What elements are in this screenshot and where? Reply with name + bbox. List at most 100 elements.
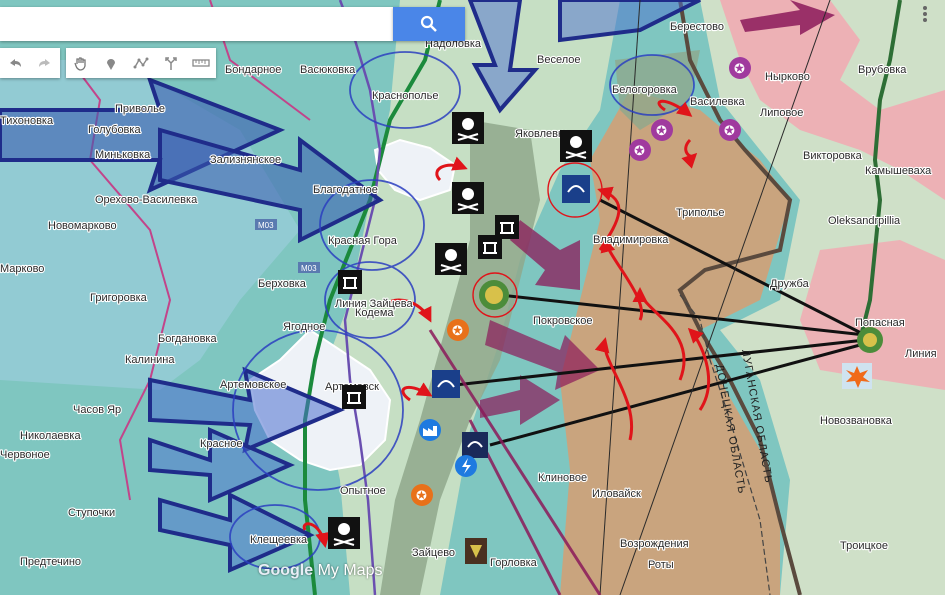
undo-button[interactable] <box>0 48 30 78</box>
label-liniya-right: Линия <box>905 348 937 360</box>
svg-text:✪: ✪ <box>634 143 645 158</box>
ruler-icon <box>192 59 210 67</box>
label-orehovo: Орехово-Василевка <box>95 194 198 206</box>
label-privolye: Приволье <box>115 103 165 115</box>
label-zaytsevo: Зайцево <box>412 547 455 559</box>
label-troitskoe: Троицкое <box>840 540 888 552</box>
label-trypolye: Триполье <box>676 207 724 219</box>
label-blagodatnoe: Благодатное <box>313 184 378 196</box>
star-marker[interactable]: ✪ <box>651 119 673 141</box>
label-berhovka: Берховка <box>258 278 307 290</box>
label-vladimirovka: Владимировка <box>593 234 669 246</box>
hand-icon <box>74 57 86 71</box>
road-shield-m03: M03 <box>255 219 277 230</box>
svg-text:✪: ✪ <box>452 323 463 338</box>
label-zaliznyanskoe: Зализнянское <box>210 154 281 166</box>
label-golubovka: Голубовка <box>88 124 141 136</box>
label-roty: Роты <box>648 559 674 571</box>
logo-brand: Google <box>258 562 314 579</box>
label-nikolaevka: Николаевка <box>20 430 81 442</box>
emblem-marker[interactable] <box>562 175 590 203</box>
line-tool-button[interactable] <box>126 48 156 78</box>
label-kamyshevaha: Камышеваха <box>865 165 932 177</box>
map-toolbar <box>0 48 222 78</box>
orange-star-marker[interactable]: ✪ <box>411 484 433 506</box>
undo-icon <box>10 59 21 67</box>
svg-text:✪: ✪ <box>656 123 667 138</box>
label-druzhba: Дружба <box>770 278 810 290</box>
label-nyrkovo: Нырково <box>765 71 810 83</box>
marker-tool-button[interactable] <box>96 48 126 78</box>
label-belogorovka: Белогоровка <box>612 84 678 96</box>
power-icon[interactable] <box>455 455 477 477</box>
label-chervonoe: Червоное <box>0 449 50 461</box>
svg-text:✪: ✪ <box>416 488 427 503</box>
search-input[interactable] <box>0 7 396 39</box>
svg-text:✪: ✪ <box>734 61 745 76</box>
star-marker[interactable]: ✪ <box>629 139 651 161</box>
label-viktorovka: Викторовка <box>803 150 863 162</box>
more-options-button[interactable] <box>915 4 935 24</box>
pirate-marker[interactable] <box>452 182 484 214</box>
label-vozrozhdenie: Возрождения <box>620 538 689 550</box>
star-marker[interactable]: ✪ <box>729 57 751 79</box>
factory-icon[interactable] <box>419 419 441 441</box>
pirate-marker[interactable] <box>328 517 360 549</box>
svg-text:✪: ✪ <box>724 123 735 138</box>
label-verestovo: Берестово <box>670 21 724 33</box>
more-vert-icon <box>923 6 927 22</box>
pirate-marker[interactable] <box>435 243 467 275</box>
hand-tool-button[interactable] <box>66 48 96 78</box>
pirate-marker[interactable] <box>452 112 484 144</box>
label-ilovayskoe: Иловайск <box>592 488 641 500</box>
fort-marker[interactable] <box>338 270 362 294</box>
emblem-marker[interactable] <box>432 370 460 398</box>
label-bogdanovka: Богдановка <box>158 333 217 345</box>
label-vasilevka: Василевка <box>690 96 746 108</box>
label-popasnaya: Попасная <box>855 317 905 329</box>
measure-tool-button[interactable] <box>186 48 216 78</box>
emblem-marker[interactable] <box>479 280 509 310</box>
draw-group <box>66 48 216 78</box>
label-lipovoe: Липовое <box>760 107 803 119</box>
label-gorlovka: Горловка <box>490 557 538 569</box>
label-opytnoe: Опытное <box>340 485 386 497</box>
label-oleksandropillia: Oleksandrpillia <box>828 215 901 227</box>
label-tihonovka: Тихоновка <box>0 115 54 127</box>
emblem-marker[interactable] <box>465 538 487 564</box>
label-grigorovka: Григоровка <box>90 292 148 304</box>
orange-star-marker[interactable]: ✪ <box>447 319 469 341</box>
label-yagodnoe: Ягодное <box>283 321 325 333</box>
line-icon <box>133 57 149 69</box>
marker-icon <box>107 59 115 70</box>
road-shield-text: M03 <box>258 221 274 230</box>
label-klinovoe: Клиновое <box>538 472 587 484</box>
label-stupochki: Ступочки <box>68 507 115 519</box>
label-bondarnoe: Бондарное <box>225 64 281 76</box>
label-pokrovskoe: Покровское <box>533 315 592 327</box>
label-markovo: Марково <box>0 263 44 275</box>
label-vrubovka: Врубовка <box>858 64 907 76</box>
search-button[interactable] <box>393 7 465 41</box>
google-my-maps-logo: Google My Maps <box>258 562 382 580</box>
label-veseloe: Веселое <box>537 54 580 66</box>
logo-product: My Maps <box>317 562 383 579</box>
pirate-marker[interactable] <box>560 130 592 162</box>
label-krasnopolye: Краснополье <box>372 90 438 102</box>
label-predtechino: Предтечино <box>20 556 81 568</box>
label-vasyukovka: Васюковка <box>300 64 356 76</box>
emblem-marker[interactable] <box>462 432 488 458</box>
map-canvas[interactable]: Надоловка Веселое Бондарное Васюковка Кр… <box>0 0 945 595</box>
label-chasov-yar: Часов Яр <box>73 404 121 416</box>
road-shield-text-2: M03 <box>301 264 317 273</box>
directions-tool-button[interactable] <box>156 48 186 78</box>
star-marker[interactable]: ✪ <box>719 119 741 141</box>
label-kodema: Кодема <box>355 307 394 319</box>
history-group <box>0 48 60 78</box>
redo-button[interactable] <box>30 48 60 78</box>
explosion-icon[interactable] <box>842 363 872 389</box>
label-artemovskoe: Артемовское <box>220 379 286 391</box>
fort-marker[interactable] <box>342 385 366 409</box>
emblem-marker[interactable] <box>857 327 883 353</box>
fort-marker[interactable] <box>478 235 502 259</box>
